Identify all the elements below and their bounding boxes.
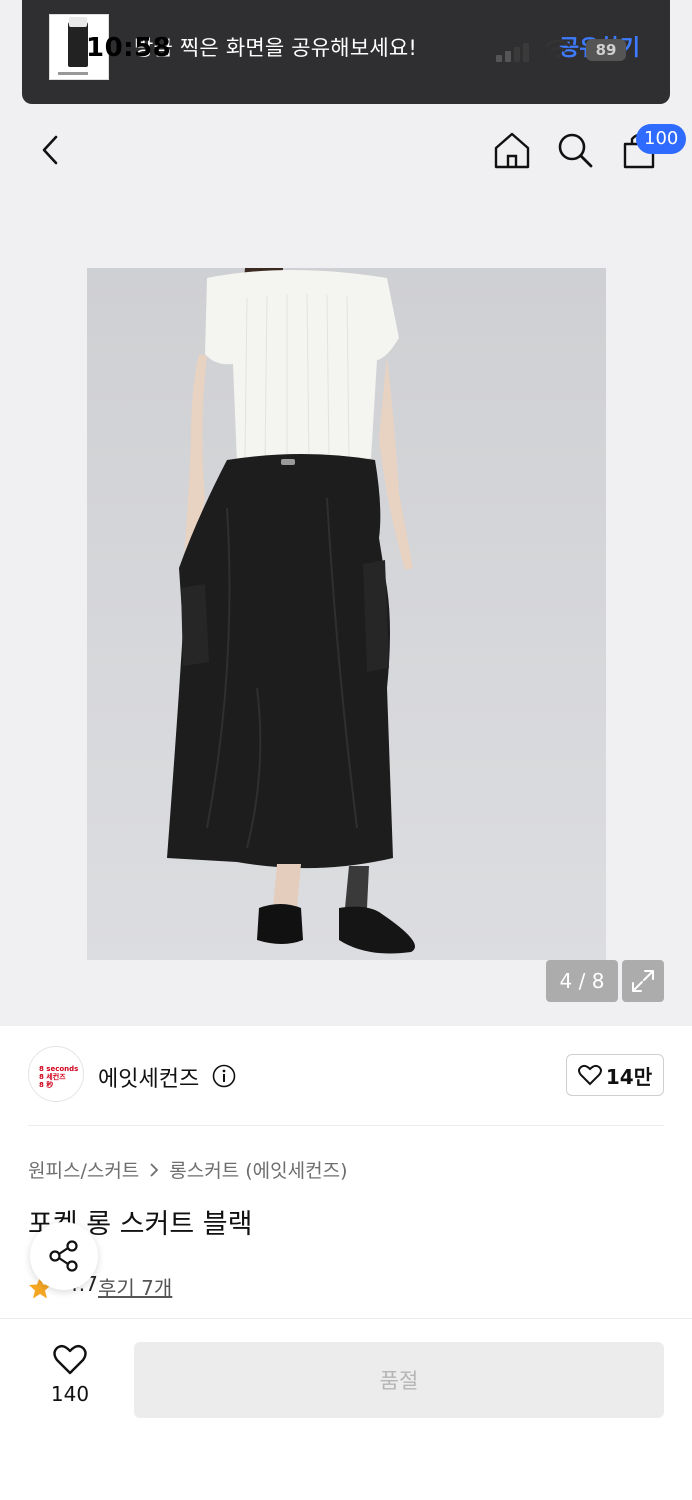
product-photo: [167, 268, 415, 954]
wishlist-count: 140: [50, 1382, 90, 1406]
toast-message: 방금 찍은 화면을 공유해보세요!: [134, 36, 418, 60]
brand-like-count: 14만: [605, 1064, 653, 1089]
share-icon: [49, 1240, 78, 1272]
cellular-signal-icon: [496, 40, 530, 62]
brand-like-button[interactable]: 14만: [566, 1054, 664, 1096]
back-button[interactable]: [28, 128, 72, 172]
breadcrumb-category[interactable]: 원피스/스커트: [28, 1156, 139, 1183]
wishlist-button[interactable]: 140: [40, 1344, 100, 1420]
chevron-right-icon: [150, 1162, 159, 1177]
info-icon[interactable]: [212, 1064, 236, 1088]
image-counter: 4 / 8: [546, 960, 618, 1002]
breadcrumb: 원피스/스커트 롱스커트 (에잇세컨즈): [28, 1156, 347, 1183]
search-button[interactable]: [553, 128, 597, 172]
status-time: 10:58: [86, 33, 172, 63]
back-icon: [42, 135, 58, 165]
expand-icon: [632, 970, 654, 992]
home-button[interactable]: [490, 128, 534, 172]
share-button[interactable]: [30, 1222, 98, 1290]
brand-logo-line-1: 8 seconds: [39, 1065, 79, 1073]
battery-indicator: 89: [586, 39, 626, 61]
home-icon: [494, 132, 530, 169]
search-icon: [558, 133, 593, 168]
brand-name[interactable]: 에잇세컨즈: [98, 1061, 199, 1093]
divider: [28, 1125, 664, 1126]
breadcrumb-subcategory[interactable]: 롱스커트 (에잇세컨즈): [169, 1156, 347, 1183]
wifi-icon: [545, 39, 571, 59]
sold-out-button: 품절: [134, 1342, 664, 1418]
fullscreen-button[interactable]: [622, 960, 664, 1002]
brand-logo-line-3: 8 秒: [39, 1081, 54, 1089]
product-image[interactable]: [87, 268, 606, 960]
heart-icon: [53, 1344, 87, 1375]
cart-count-badge: 100: [636, 124, 687, 154]
thumbnail-caption: [58, 72, 88, 75]
heart-icon: [577, 1064, 602, 1086]
reviews-link[interactable]: 후기 7개: [98, 1272, 172, 1301]
thumbnail-top: [69, 17, 87, 27]
brand-logo[interactable]: 8 seconds 8 세컨즈 8 秒: [28, 1046, 84, 1102]
thumbnail-figure: [68, 21, 88, 67]
brand-logo-line-2: 8 세컨즈: [39, 1073, 66, 1081]
